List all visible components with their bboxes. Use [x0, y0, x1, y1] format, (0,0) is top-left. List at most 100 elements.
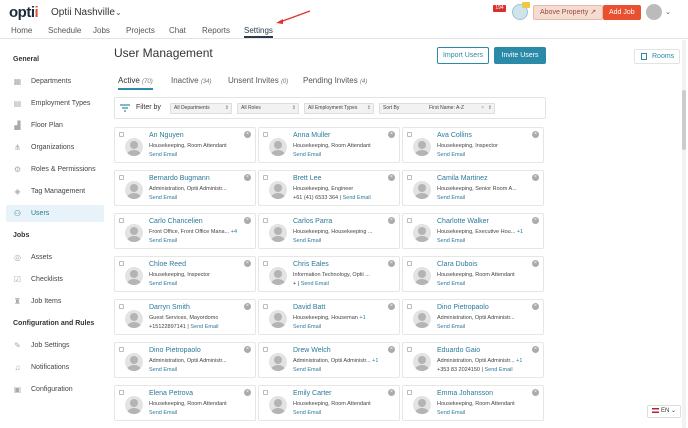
select-user-checkbox[interactable] [263, 304, 268, 309]
add-job-button[interactable]: Add Job [603, 5, 641, 20]
user-name-link[interactable]: Dino Pietropaolo [149, 347, 201, 354]
user-name-link[interactable]: Brett Lee [293, 175, 321, 182]
nav-reports[interactable]: Reports [202, 26, 230, 35]
close-icon[interactable]: × [244, 346, 251, 353]
user-card[interactable]: Emily Carter Housekeeping, Room Attendant… [258, 385, 400, 421]
chevron-down-icon[interactable]: ⌄ [115, 8, 122, 17]
user-card[interactable]: Ava Collins Housekeeping, Inspector Send … [402, 127, 544, 163]
user-name-link[interactable]: Charlotte Walker [437, 218, 489, 225]
sidebar-item-users[interactable]: ⚇ Users [6, 205, 104, 222]
user-card[interactable]: Drew Welch Administration, Optii Administ… [258, 342, 400, 378]
send-email-link[interactable]: Send Email [293, 152, 321, 158]
tab-inactive[interactable]: Inactive (34) [171, 76, 211, 85]
extra-roles-count[interactable]: +1 [359, 315, 365, 321]
select-user-checkbox[interactable] [263, 218, 268, 223]
send-email-link[interactable]: Send Email [293, 324, 321, 330]
user-card[interactable]: Chris Eales Information Technology, Optii… [258, 256, 400, 292]
send-email-link[interactable]: Send Email [343, 195, 371, 201]
user-name-link[interactable]: Chloe Reed [149, 261, 186, 268]
sidebar-item-floor-plan[interactable]: ▟ Floor Plan [6, 117, 104, 134]
close-icon[interactable]: × [388, 303, 395, 310]
send-email-link[interactable]: Send Email [190, 324, 218, 330]
close-icon[interactable]: × [532, 174, 539, 181]
close-icon[interactable]: × [388, 131, 395, 138]
select-user-checkbox[interactable] [119, 347, 124, 352]
user-card[interactable]: Emma Johansson Housekeeping, Room Attenda… [402, 385, 544, 421]
sidebar-item-configuration[interactable]: ▣ Configuration [6, 381, 104, 398]
user-card[interactable]: David Batt Housekeeping, Houseman +1 Send… [258, 299, 400, 335]
departments-select[interactable]: All Departments ⇕ [170, 103, 232, 114]
select-user-checkbox[interactable] [263, 261, 268, 266]
select-user-checkbox[interactable] [263, 175, 268, 180]
select-user-checkbox[interactable] [407, 132, 412, 137]
send-email-link[interactable]: Send Email [149, 367, 177, 373]
send-email-link[interactable]: Send Email [437, 152, 465, 158]
select-user-checkbox[interactable] [119, 304, 124, 309]
user-name-link[interactable]: Dino Pietropaolo [437, 304, 489, 311]
select-user-checkbox[interactable] [263, 132, 268, 137]
user-card[interactable]: An Nguyen Housekeeping, Room Attendant Se… [114, 127, 256, 163]
select-user-checkbox[interactable] [119, 175, 124, 180]
tab-unsent-invites[interactable]: Unsent Invites (0) [228, 76, 288, 85]
user-name-link[interactable]: Emily Carter [293, 390, 332, 397]
close-icon[interactable]: × [388, 389, 395, 396]
nav-jobs[interactable]: Jobs [93, 26, 110, 35]
select-user-checkbox[interactable] [407, 218, 412, 223]
import-users-button[interactable]: Import Users [437, 47, 489, 64]
user-name-link[interactable]: Clara Dubois [437, 261, 477, 268]
extra-roles-count[interactable]: +1 [372, 358, 378, 364]
close-icon[interactable]: × [532, 303, 539, 310]
user-card[interactable]: Carlo Chancelien Front Office, Front Offi… [114, 213, 256, 249]
tab-pending-invites[interactable]: Pending Invites (4) [303, 76, 367, 85]
user-menu-chevron-icon[interactable]: ⌄ [665, 8, 671, 16]
sidebar-item-departments[interactable]: ▦ Departments [6, 73, 104, 90]
close-icon[interactable]: × [388, 217, 395, 224]
user-name-link[interactable]: Elena Petrova [149, 390, 193, 397]
clear-icon[interactable]: × [481, 104, 484, 113]
invite-users-button[interactable]: Invite Users [494, 47, 546, 64]
close-icon[interactable]: × [532, 131, 539, 138]
close-icon[interactable]: × [388, 346, 395, 353]
select-user-checkbox[interactable] [407, 175, 412, 180]
sidebar-item-job-settings[interactable]: ✎ Job Settings [6, 337, 104, 354]
extra-roles-count[interactable]: +1 [516, 358, 522, 364]
sidebar-item-tag-management[interactable]: ◈ Tag Management [6, 183, 104, 200]
sidebar-item-checklists[interactable]: ☑ Checklists [6, 271, 104, 288]
page-scrollbar[interactable] [682, 40, 686, 428]
send-email-link[interactable]: Send Email [149, 195, 177, 201]
user-name-link[interactable]: Bernardo Bugmann [149, 175, 210, 182]
send-email-link[interactable]: Send Email [437, 238, 465, 244]
user-card[interactable]: Dino Pietropaolo Administration, Optii Ad… [114, 342, 256, 378]
user-card[interactable]: Camila Martinez Housekeeping, Senior Room… [402, 170, 544, 206]
close-icon[interactable]: × [244, 389, 251, 396]
scrollbar-thumb[interactable] [682, 90, 686, 150]
user-card[interactable]: Elena Petrova Housekeeping, Room Attendan… [114, 385, 256, 421]
user-card[interactable]: Darryn Smith Guest Services, Mayordomo +1… [114, 299, 256, 335]
sidebar-item-notifications[interactable]: ♫ Notifications [6, 359, 104, 376]
optii-logo[interactable]: optii [9, 4, 39, 21]
close-icon[interactable]: × [532, 260, 539, 267]
select-user-checkbox[interactable] [263, 390, 268, 395]
user-card[interactable]: Carlos Parra Housekeeping, Housekeeping .… [258, 213, 400, 249]
user-card[interactable]: Anna Muller Housekeeping, Room Attendant … [258, 127, 400, 163]
send-email-link[interactable]: Send Email [149, 410, 177, 416]
close-icon[interactable]: × [244, 260, 251, 267]
select-user-checkbox[interactable] [119, 390, 124, 395]
language-selector[interactable]: EN ⌄ [647, 405, 681, 418]
tab-active[interactable]: Active (70) [118, 76, 153, 90]
user-card[interactable]: Bernardo Bugmann Administration, Optii Ad… [114, 170, 256, 206]
close-icon[interactable]: × [244, 303, 251, 310]
nav-chat[interactable]: Chat [169, 26, 186, 35]
send-email-link[interactable]: Send Email [149, 281, 177, 287]
sort-by-select[interactable]: Sort By First Name: A-Z × ⇕ [379, 103, 495, 114]
select-user-checkbox[interactable] [263, 347, 268, 352]
extra-roles-count[interactable]: +4 [231, 229, 237, 235]
user-name-link[interactable]: Carlos Parra [293, 218, 332, 225]
user-name-link[interactable]: Drew Welch [293, 347, 331, 354]
select-user-checkbox[interactable] [407, 347, 412, 352]
nav-settings[interactable]: Settings [244, 26, 273, 38]
user-name-link[interactable]: David Batt [293, 304, 325, 311]
close-icon[interactable]: × [388, 260, 395, 267]
user-name-link[interactable]: Ava Collins [437, 132, 472, 139]
user-name-link[interactable]: Chris Eales [293, 261, 329, 268]
